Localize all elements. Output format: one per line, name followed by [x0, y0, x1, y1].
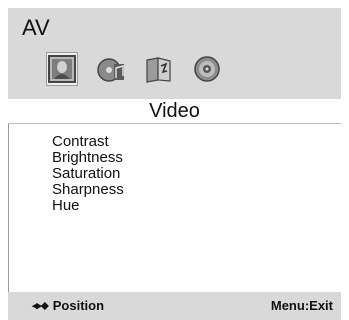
- tab-settings[interactable]: [190, 52, 222, 86]
- exit-hint: Menu:Exit: [270, 298, 333, 313]
- video-options-list: Contrast Brightness Saturation Sharpness…: [52, 134, 124, 214]
- menu-item-saturation[interactable]: Saturation: [52, 166, 124, 182]
- title-bar: AV: [8, 8, 341, 43]
- direction-arrows-icon: ◂▸⬥: [32, 299, 49, 312]
- osd-menu: AV Video Contrast Brightness Saturation …: [8, 8, 341, 320]
- menu-item-brightness[interactable]: Brightness: [52, 150, 124, 166]
- language-icon: [146, 57, 171, 83]
- tab-language[interactable]: [142, 52, 174, 86]
- menu-item-sharpness[interactable]: Sharpness: [52, 182, 124, 198]
- tab-audio[interactable]: [94, 52, 126, 86]
- menu-item-hue[interactable]: Hue: [52, 198, 124, 214]
- section-title: Video: [8, 99, 341, 124]
- tab-picture[interactable]: [46, 52, 78, 86]
- menu-item-contrast[interactable]: Contrast: [52, 134, 124, 150]
- position-hint: ◂▸⬥ Position: [32, 298, 104, 313]
- divider: [8, 124, 9, 292]
- picture-icon: [48, 55, 76, 83]
- status-bar: ◂▸⬥ Position Menu:Exit: [8, 292, 341, 320]
- source-title: AV: [22, 15, 50, 40]
- audio-disc-icon: [97, 58, 124, 82]
- menu-tab-row: [8, 43, 341, 99]
- position-hint-label: Position: [52, 298, 105, 313]
- settings-gear-icon: [194, 56, 220, 82]
